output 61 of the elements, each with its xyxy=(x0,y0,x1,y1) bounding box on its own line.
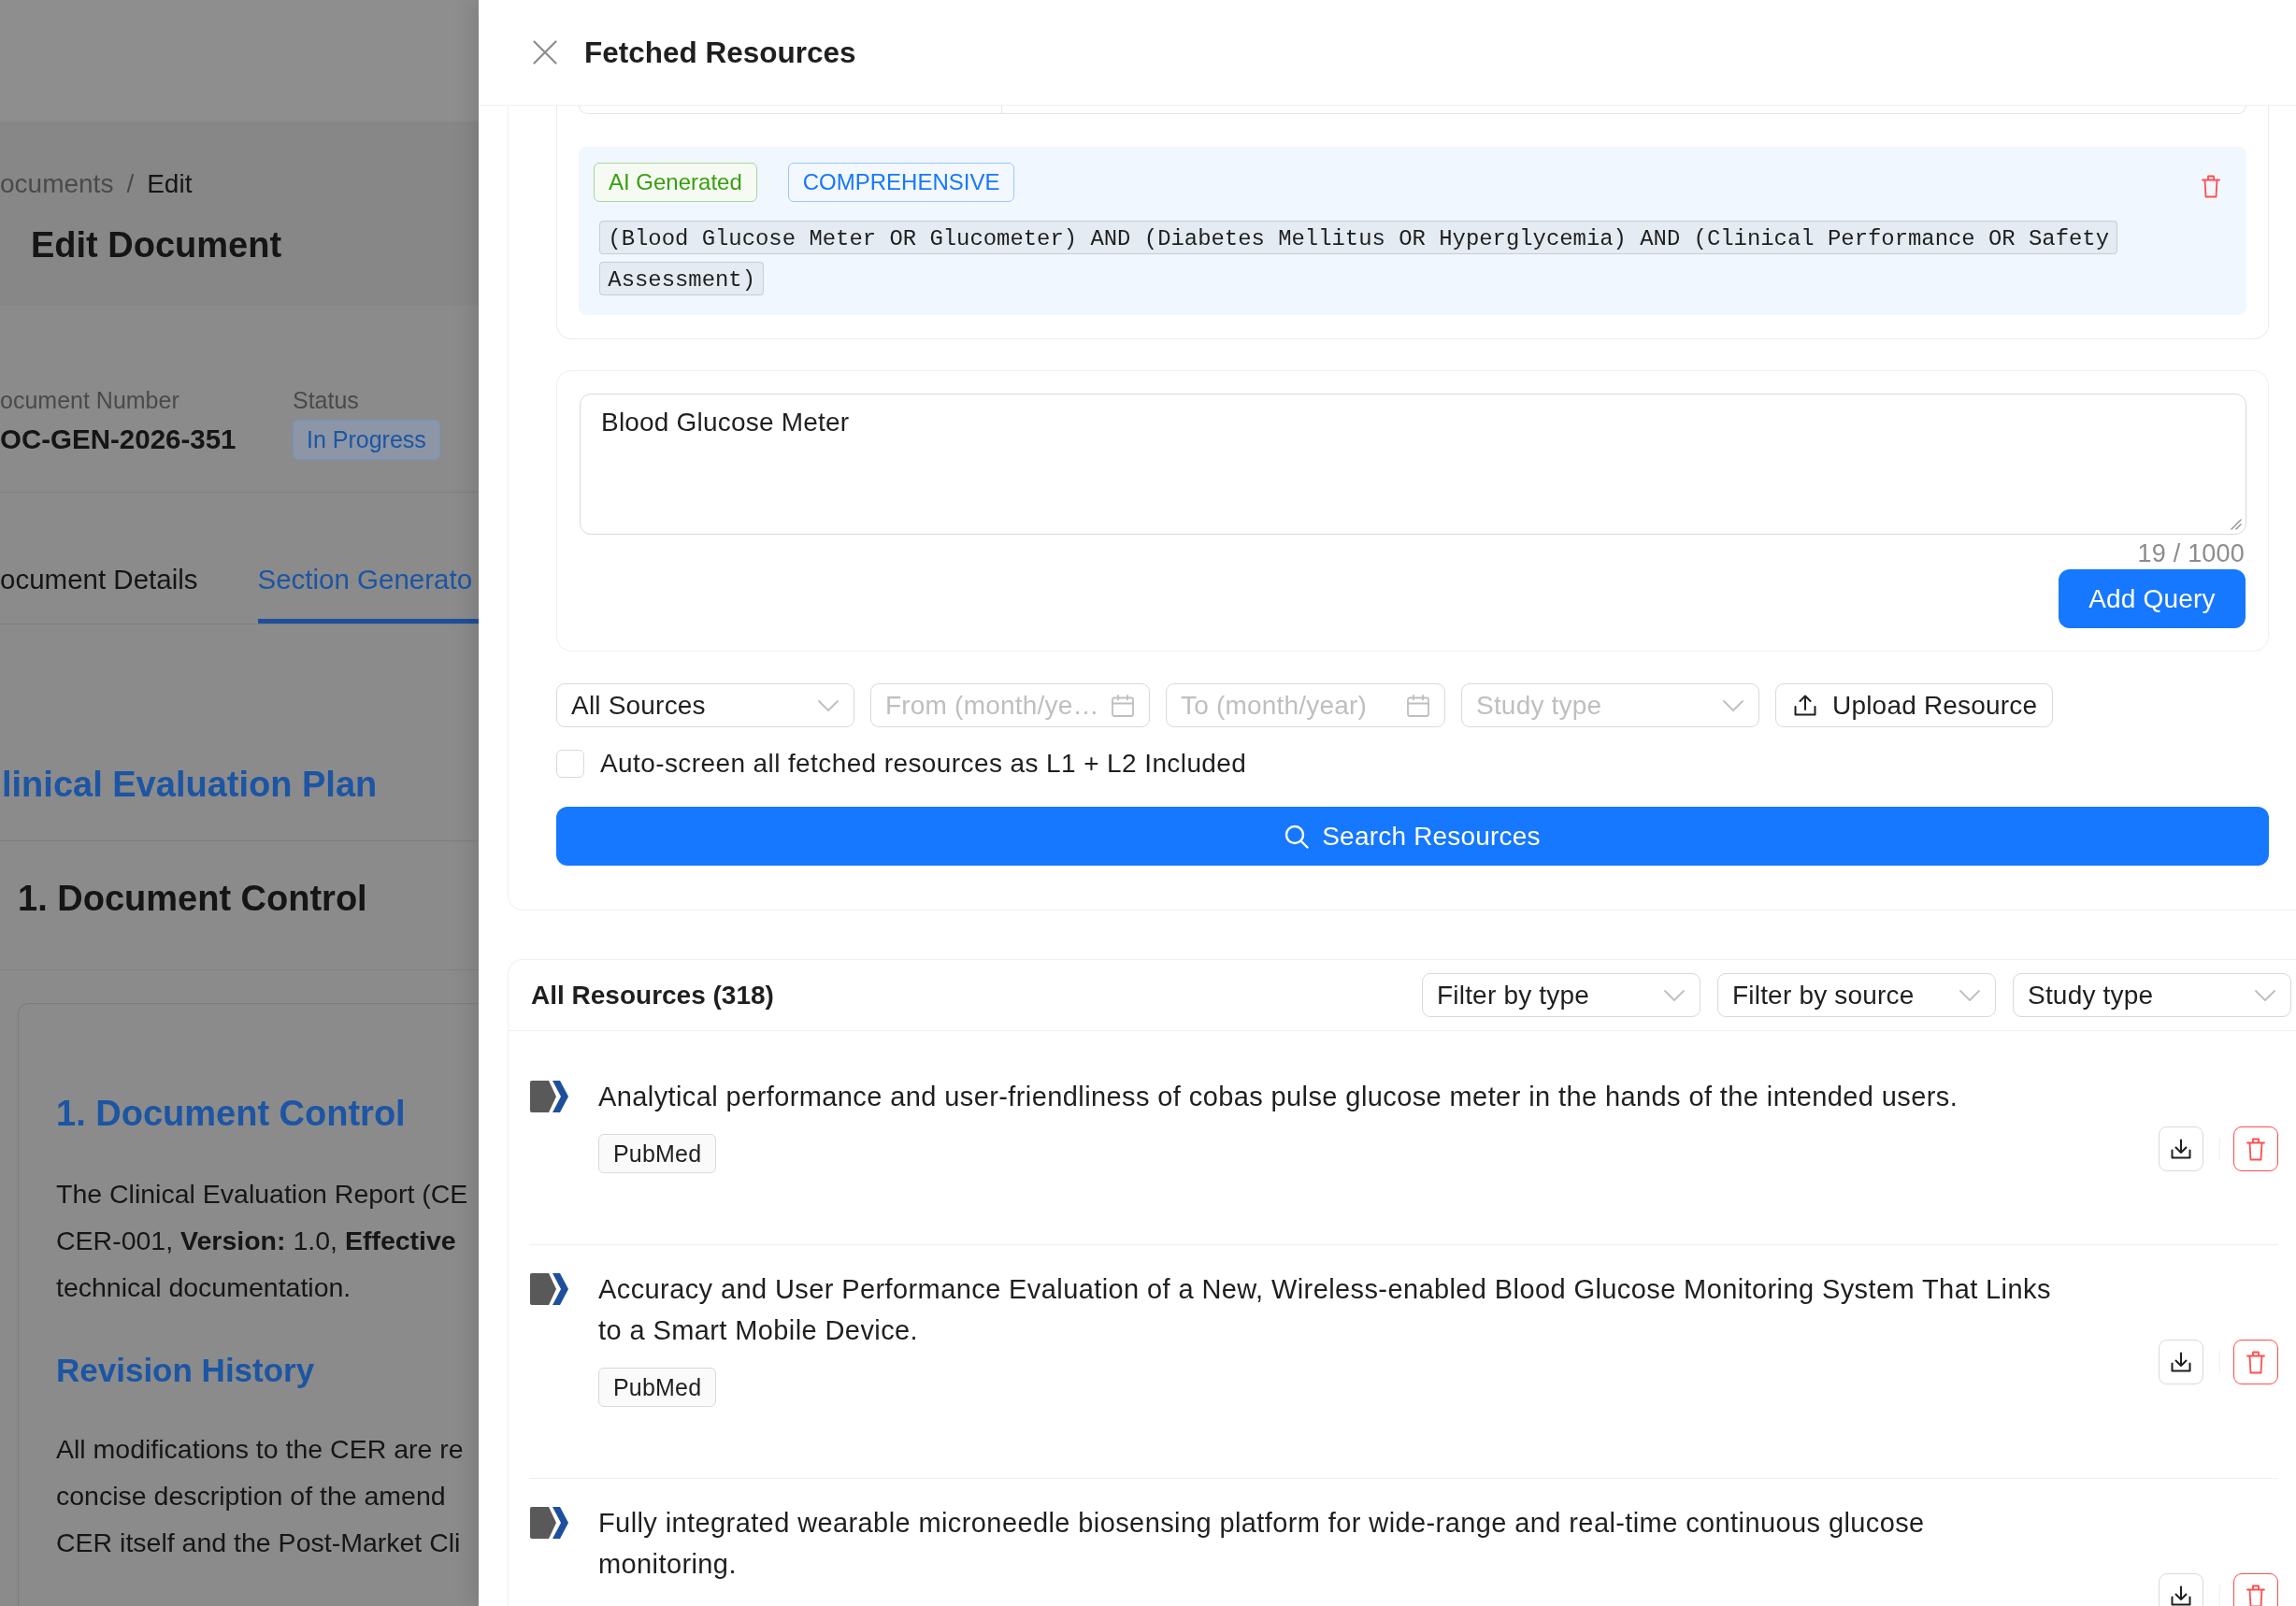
section-title: 1. Document Control xyxy=(18,878,367,920)
paragraph: All modifications to the CER are re concise description of the amend CER itself and the Post-Market Cli xyxy=(56,1433,464,1559)
chevron-down-icon xyxy=(2255,989,2275,1001)
chevron-down-icon xyxy=(1723,699,1744,711)
delete-button[interactable] xyxy=(2233,1340,2278,1384)
dropdown[interactable]: Study type xyxy=(2013,973,2291,1017)
page-title: Edit Document xyxy=(31,224,282,266)
source-tag: PubMed xyxy=(598,1368,717,1407)
delete-button[interactable] xyxy=(2233,1126,2278,1171)
upload-icon xyxy=(1794,695,1816,716)
close-icon[interactable] xyxy=(533,40,557,65)
chevron-down-icon xyxy=(1959,989,1980,1001)
section-heading: 1. Document Control xyxy=(56,1093,406,1135)
download-button[interactable] xyxy=(2159,1126,2203,1171)
resource-title: Analytical performance and user-friendliness of cobas pulse glucose meter in the hands of the intended users. xyxy=(598,1081,1959,1113)
drawer-title: Fetched Resources xyxy=(584,35,856,70)
checkbox-label: Auto-screen all fetched resources as L1 + L2 Included xyxy=(600,748,1247,780)
search-icon xyxy=(1284,824,1310,849)
query-tag: COMPREHENSIVE xyxy=(787,163,1015,202)
resources-title: All Resources (318) xyxy=(531,980,774,1011)
resize-handle-icon[interactable] xyxy=(2231,519,2242,530)
checkbox[interactable] xyxy=(556,750,584,778)
delete-icon xyxy=(2246,1350,2265,1374)
query-tag: AI Generated xyxy=(594,163,757,202)
subsection-heading: Revision History xyxy=(56,1351,315,1390)
download-button[interactable] xyxy=(2159,1340,2203,1384)
download-icon xyxy=(2171,1585,2191,1606)
resource-icon xyxy=(529,1080,569,1113)
resource-title: Accuracy and User Performance Evaluation of a New, Wireless-enabled Blood Glucose Monitoring System That Links to a Smart Mobile Device. xyxy=(598,1273,2052,1347)
character-counter: 19 / 1000 xyxy=(2137,538,2246,569)
dropdown[interactable]: Filter by type xyxy=(1422,973,1700,1017)
download-icon xyxy=(2171,1139,2191,1159)
paragraph: The Clinical Evaluation Report (CE CER-001, Version: 1.0, Effective technical documentation. xyxy=(56,1178,468,1304)
plan-title: linical Evaluation Plan xyxy=(2,764,378,806)
calendar-icon xyxy=(1112,694,1134,717)
chevron-down-icon xyxy=(1664,989,1685,1001)
delete-icon[interactable] xyxy=(2202,175,2220,198)
field-value: OC-GEN-2026-351 xyxy=(0,423,237,456)
dropdown[interactable]: All Sources xyxy=(556,683,854,727)
delete-button[interactable] xyxy=(2233,1573,2278,1606)
field-label: ocument Number xyxy=(0,386,179,415)
breadcrumb-current: Edit xyxy=(147,168,193,200)
delete-icon xyxy=(2246,1137,2265,1161)
resource-title: Fully integrated wearable microneedle biosensing platform for wide-range and real-time continuous glucose monitoring. xyxy=(598,1507,1926,1581)
upload-button[interactable]: Upload Resource xyxy=(1775,683,2054,727)
breadcrumb-separator: / xyxy=(126,168,135,200)
status-tag: In Progress xyxy=(293,420,440,460)
calendar-icon xyxy=(1407,694,1429,717)
dropdown[interactable]: Filter by source xyxy=(1717,973,1996,1017)
delete-icon xyxy=(2246,1584,2265,1606)
search-button[interactable]: Search Resources xyxy=(556,807,2269,866)
download-button[interactable] xyxy=(2159,1573,2203,1606)
add-query-button[interactable]: Add Query xyxy=(2059,569,2246,628)
download-icon xyxy=(2171,1352,2191,1372)
chevron-down-icon xyxy=(818,699,839,711)
query-input[interactable]: Blood Glucose Meter xyxy=(580,394,2246,535)
resource-icon xyxy=(529,1272,569,1306)
source-tag: PubMed xyxy=(598,1134,717,1173)
tab[interactable]: ocument Details xyxy=(0,493,198,624)
field-label: Status xyxy=(293,386,359,415)
resource-icon xyxy=(529,1506,569,1540)
